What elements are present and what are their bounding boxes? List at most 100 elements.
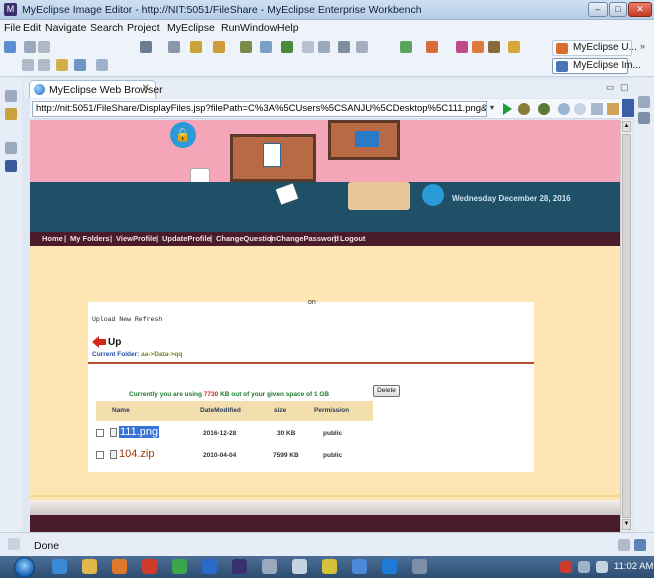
url-input[interactable]: http://nit:5051/FileShare/DisplayFiles.j…	[32, 101, 487, 117]
menu-navigate[interactable]: Navigate	[45, 22, 86, 34]
restore-icon-2[interactable]	[5, 142, 17, 154]
bug-icon[interactable]	[518, 103, 530, 115]
menu-edit[interactable]: Edit	[23, 22, 41, 34]
scroll-down-arrow[interactable]: ▼	[622, 519, 631, 530]
scroll-thumb[interactable]	[622, 134, 631, 518]
package-explorer-icon[interactable]	[5, 108, 17, 120]
tray-alert-icon[interactable]	[560, 561, 572, 573]
menu-file[interactable]: File	[4, 22, 21, 34]
explorer-icon[interactable]	[82, 559, 97, 574]
firefox-icon[interactable]	[142, 559, 157, 574]
back-icon[interactable]	[558, 103, 570, 115]
print-icon[interactable]	[38, 41, 50, 53]
restore-icon[interactable]	[5, 90, 17, 102]
nav-logout[interactable]: Logout	[340, 234, 365, 243]
tray-network-icon[interactable]	[578, 561, 590, 573]
minimize-view-icon[interactable]: ▭	[606, 82, 615, 93]
skype-icon[interactable]	[382, 559, 397, 574]
palette-icon[interactable]	[508, 41, 520, 53]
taskbar-clock[interactable]: 11:02 AM	[614, 561, 653, 572]
file-name-link[interactable]: 104.zip	[119, 448, 154, 460]
new-package-icon[interactable]	[426, 41, 438, 53]
file-checkbox[interactable]	[96, 451, 104, 459]
pencil-icon[interactable]	[488, 41, 500, 53]
up-folder-link[interactable]: Up	[108, 337, 121, 348]
build-icon[interactable]	[302, 41, 314, 53]
menu-run[interactable]: Run	[221, 22, 240, 34]
nav-home[interactable]: Home	[42, 234, 63, 243]
outline-icon[interactable]	[5, 160, 17, 172]
maximize-button[interactable]: □	[609, 2, 627, 17]
restore-right-icon[interactable]	[638, 96, 650, 108]
status-restore-icon[interactable]	[618, 539, 630, 551]
network-app-icon[interactable]	[352, 559, 367, 574]
menu-help[interactable]: Help	[277, 22, 299, 34]
vertical-scrollbar[interactable]: ▲ ▼	[620, 120, 632, 532]
nav-my-folders[interactable]: My Folders	[70, 234, 110, 243]
browser-icon[interactable]	[456, 41, 468, 53]
file-name-link[interactable]: 111.png	[119, 426, 160, 438]
myeclipse-icon[interactable]	[232, 559, 247, 574]
start-server-icon[interactable]	[281, 41, 293, 53]
start-button[interactable]	[14, 557, 35, 578]
nav-view-profile[interactable]: ViewProfile	[116, 234, 156, 243]
app-icon[interactable]	[202, 559, 217, 574]
tab-close-icon[interactable]: ✕	[142, 83, 150, 94]
nav-update-profile[interactable]: UpdateProfile	[162, 234, 211, 243]
back-history-icon[interactable]	[56, 59, 68, 71]
clean-icon[interactable]	[318, 41, 330, 53]
maximize-view-icon[interactable]: ▢	[620, 82, 629, 93]
annotation-icon[interactable]	[38, 59, 50, 71]
window-app-icon[interactable]	[412, 559, 427, 574]
perspective-myeclipse-ui[interactable]: MyEclipse U...	[552, 40, 637, 56]
delete-button[interactable]: Delete	[373, 385, 400, 397]
close-button[interactable]: ✕	[628, 2, 652, 17]
upload-new-refresh-links[interactable]: Upload New Refresh	[92, 316, 162, 323]
menu-search[interactable]: Search	[90, 22, 123, 34]
notepad-icon[interactable]	[292, 559, 307, 574]
fast-view-icon[interactable]	[8, 538, 20, 550]
menu-project[interactable]: Project	[127, 22, 160, 34]
refresh-icon[interactable]	[607, 103, 619, 115]
dropdown-arrow-icon[interactable]: ▾	[490, 103, 502, 115]
nav-change-question[interactable]: ChangeQuestion	[216, 234, 276, 243]
nav-change-password[interactable]: ChangePassword	[276, 234, 339, 243]
server-icon[interactable]	[260, 41, 272, 53]
menu-myeclipse[interactable]: MyEclipse	[167, 22, 215, 34]
new-java-class-icon[interactable]	[400, 41, 412, 53]
ie-icon[interactable]	[52, 559, 67, 574]
minimize-button[interactable]: –	[588, 2, 608, 17]
paint-icon[interactable]	[262, 559, 277, 574]
forward-arrow-icon[interactable]	[96, 59, 108, 71]
sticky-notes-icon[interactable]	[322, 559, 337, 574]
deploy-icon[interactable]	[240, 41, 252, 53]
status-progress-icon[interactable]	[634, 539, 646, 551]
back-arrow-icon[interactable]	[74, 59, 86, 71]
forward-icon[interactable]	[574, 103, 586, 115]
file-size: 7599 KB	[273, 452, 299, 459]
media-player-icon[interactable]	[112, 559, 127, 574]
lock-icon[interactable]	[168, 41, 180, 53]
stop-icon[interactable]	[591, 103, 603, 115]
tab-myeclipse-web-browser[interactable]: MyEclipse Web Browser ✕	[29, 80, 163, 98]
scroll-up-arrow[interactable]: ▲	[622, 121, 631, 132]
firefox-icon[interactable]	[472, 41, 484, 53]
chevron-more-icon[interactable]: »	[640, 41, 645, 51]
open-perspective-icon[interactable]	[338, 41, 350, 53]
save-icon[interactable]	[24, 41, 36, 53]
chrome-icon[interactable]	[172, 559, 187, 574]
up-arrow-icon[interactable]	[92, 336, 106, 348]
go-icon[interactable]	[503, 103, 512, 115]
debug-icon[interactable]	[190, 41, 202, 53]
file-checkbox[interactable]	[96, 429, 104, 437]
properties-icon[interactable]	[638, 112, 650, 124]
tray-volume-icon[interactable]	[596, 561, 608, 573]
run-icon[interactable]	[213, 41, 225, 53]
perspective-myeclipse-image[interactable]: MyEclipse Im...	[552, 58, 641, 74]
new-icon[interactable]	[4, 41, 16, 53]
search-icon[interactable]	[22, 59, 34, 71]
settings-icon[interactable]	[356, 41, 368, 53]
menu-window[interactable]: Window	[240, 22, 277, 34]
open-type-icon[interactable]	[140, 41, 152, 53]
tools-icon[interactable]	[538, 103, 550, 115]
